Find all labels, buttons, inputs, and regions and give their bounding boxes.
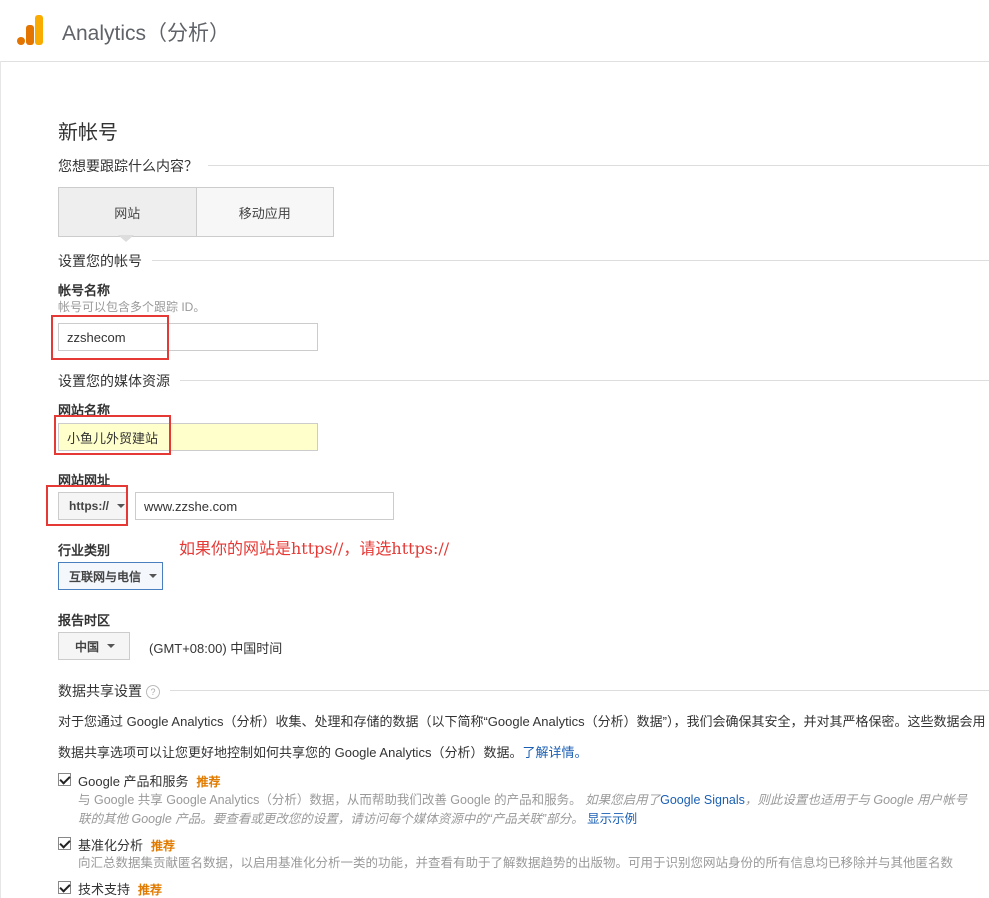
recommended-badge: 推荐	[138, 883, 163, 897]
sharing-section-header: 数据共享设置?	[58, 681, 989, 701]
timezone-value: (GMT+08:00) 中国时间	[149, 641, 283, 656]
tracking-type-toggle: 网站 移动应用	[58, 187, 334, 237]
help-icon[interactable]: ?	[146, 685, 160, 700]
account-name-hint: 帐号可以包含多个跟踪 ID。	[58, 300, 206, 314]
property-section-header: 设置您的媒体资源	[58, 371, 989, 391]
tab-website[interactable]: 网站	[59, 188, 197, 236]
google-products-label-wrap: Google 产品和服务 推荐	[78, 771, 221, 790]
benchmarking-label: 基准化分析	[78, 838, 144, 853]
benchmarking-desc: 向汇总数据集贡献匿名数据，以启用基准化分析一类的功能，并查看有助于了解数据趋势的…	[78, 856, 954, 870]
country-value: 中国	[75, 639, 100, 654]
tracking-section-header: 您想要跟踪什么内容？	[58, 156, 989, 176]
selected-pointer	[118, 235, 134, 242]
benchmarking-checkbox[interactable]	[58, 837, 71, 850]
sharing-paragraph-1: 对于您通过 Google Analytics（分析）收集、处理和存储的数据（以下…	[58, 714, 986, 729]
google-products-desc-2: 联的其他 Google 产品。要查看或更改您的设置，请访问每个媒体资源中的“产品…	[78, 808, 637, 827]
sharing-paragraph-2-text: 数据共享选项可以让您更好地控制如何共享您的 Google Analytics（分…	[58, 745, 523, 760]
highlight-box	[46, 485, 128, 526]
recommended-badge: 推荐	[196, 775, 221, 789]
top-bar: Analytics（分析）	[0, 0, 989, 62]
tab-mobile-app[interactable]: 移动应用	[196, 188, 333, 236]
technical-support-checkbox[interactable]	[58, 881, 71, 894]
annotation-note: 如果你的网站是https//，请选https://	[179, 539, 450, 558]
sharing-paragraph-2: 数据共享选项可以让您更好地控制如何共享您的 Google Analytics（分…	[58, 742, 587, 761]
sharing-section-title: 数据共享设置	[58, 683, 142, 699]
chevron-down-icon	[149, 574, 158, 578]
property-section-title: 设置您的媒体资源	[58, 371, 180, 391]
analytics-logo-icon[interactable]	[17, 15, 43, 45]
account-section-header: 设置您的帐号	[58, 251, 989, 271]
google-signals-link[interactable]: Google Signals	[660, 793, 745, 807]
desc-italic: 联的其他 Google 产品。要查看或更改您的设置，请访问每个媒体资源中的“产品…	[78, 812, 584, 826]
sharing-section-title-wrap: 数据共享设置?	[58, 681, 170, 701]
industry-dropdown[interactable]: 互联网与电信	[58, 562, 163, 590]
app-title: Analytics（分析）	[62, 22, 231, 45]
google-products-label: Google 产品和服务	[78, 774, 189, 789]
desc-italic: ，则此设置也适用于与 Google 用户帐号	[744, 793, 968, 807]
country-dropdown[interactable]: 中国	[58, 632, 130, 660]
section-rule	[58, 690, 989, 691]
google-products-desc-1: 与 Google 共享 Google Analytics（分析）数据，从而帮助我…	[78, 789, 967, 808]
industry-value: 互联网与电信	[69, 569, 142, 584]
recommended-badge: 推荐	[151, 839, 176, 853]
section-rule	[58, 380, 989, 381]
desc-italic: 如果您启用了	[585, 793, 661, 807]
chevron-down-icon	[107, 644, 116, 648]
site-url-input[interactable]: www.zzshe.com	[135, 492, 394, 520]
desc-text: 与 Google 共享 Google Analytics（分析）数据，从而帮助我…	[78, 793, 582, 807]
learn-more-link[interactable]: 了解详情。	[522, 745, 587, 760]
highlight-box	[51, 315, 169, 360]
google-products-checkbox[interactable]	[58, 773, 71, 786]
technical-support-label: 技术支持	[78, 882, 131, 897]
tracking-question: 您想要跟踪什么内容？	[58, 156, 208, 176]
timezone-label: 报告时区	[58, 613, 111, 628]
highlight-box	[54, 415, 171, 455]
show-example-link[interactable]: 显示示例	[587, 812, 637, 826]
industry-label: 行业类别	[58, 543, 111, 558]
account-section-title: 设置您的帐号	[58, 251, 152, 271]
section-rule	[58, 260, 989, 261]
account-name-label: 帐号名称	[58, 283, 111, 298]
left-divider	[0, 61, 1, 898]
technical-support-label-wrap: 技术支持 推荐	[78, 879, 162, 898]
page-title: 新帐号	[58, 122, 118, 144]
